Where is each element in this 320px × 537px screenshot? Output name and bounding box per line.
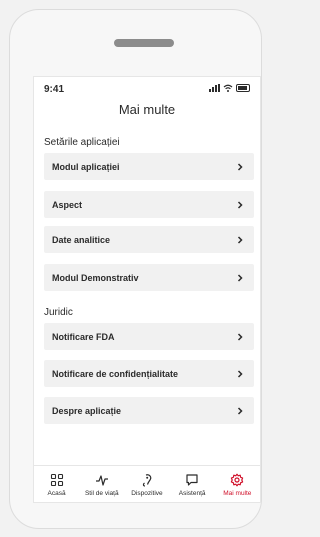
status-time: 9:41 bbox=[44, 84, 65, 95]
row-label: Notificare FDA bbox=[52, 331, 115, 342]
status-bar: 9:41 bbox=[34, 77, 260, 95]
chevron-right-icon bbox=[237, 200, 243, 209]
tab-label: Asistență bbox=[178, 490, 206, 497]
phone-speaker bbox=[114, 39, 174, 47]
section-title-legal: Juridic bbox=[44, 307, 73, 318]
row-label: Notificare de confidențialitate bbox=[52, 368, 179, 379]
chevron-right-icon bbox=[237, 406, 243, 415]
app-screen: 9:41 Mai multe Setările aplicației Modul… bbox=[33, 76, 261, 503]
row-fda-notice[interactable]: Notificare FDA bbox=[44, 323, 254, 350]
signal-icon bbox=[209, 84, 220, 92]
hearing-aid-icon bbox=[142, 474, 152, 487]
chevron-right-icon bbox=[237, 162, 243, 171]
status-icons bbox=[209, 84, 250, 92]
row-appearance[interactable]: Aspect bbox=[44, 191, 254, 218]
tab-devices[interactable]: Dispozitive bbox=[125, 473, 169, 497]
wifi-icon bbox=[223, 84, 233, 92]
section-title-app-settings: Setările aplicației bbox=[44, 137, 120, 148]
tab-home[interactable]: Acasă bbox=[35, 473, 79, 497]
tab-label: Acasă bbox=[47, 490, 66, 497]
grid-icon bbox=[50, 473, 63, 487]
row-demo-mode[interactable]: Modul Demonstrativ bbox=[44, 264, 254, 291]
tab-support[interactable]: Asistență bbox=[170, 473, 214, 497]
tab-more[interactable]: Mai multe bbox=[215, 473, 259, 497]
row-app-mode[interactable]: Modul aplicației bbox=[44, 153, 254, 180]
phone-frame: 9:41 Mai multe Setările aplicației Modul… bbox=[9, 9, 262, 529]
row-label: Date analitice bbox=[52, 234, 111, 245]
row-about-app[interactable]: Despre aplicație bbox=[44, 397, 254, 424]
page-title: Mai multe bbox=[118, 102, 176, 117]
chevron-right-icon bbox=[237, 332, 243, 341]
row-privacy-notice[interactable]: Notificare de confidențialitate bbox=[44, 360, 254, 387]
row-label: Aspect bbox=[52, 199, 83, 210]
chevron-right-icon bbox=[237, 369, 243, 378]
chevron-right-icon bbox=[237, 273, 243, 282]
row-label: Modul Demonstrativ bbox=[52, 272, 139, 283]
chat-icon bbox=[186, 474, 198, 486]
pulse-icon bbox=[95, 475, 108, 486]
tab-label: Mai multe bbox=[223, 490, 252, 497]
tab-label: Dispozitive bbox=[131, 490, 163, 497]
battery-icon bbox=[236, 84, 250, 92]
row-analytics[interactable]: Date analitice bbox=[44, 226, 254, 253]
row-label: Modul aplicației bbox=[52, 161, 120, 172]
row-label: Despre aplicație bbox=[52, 405, 122, 416]
gear-icon bbox=[231, 473, 244, 487]
tab-bar: Acasă Stil de viață Dispozitive Asistenț… bbox=[34, 465, 260, 502]
chevron-right-icon bbox=[237, 235, 243, 244]
tab-label: Stil de viață bbox=[84, 490, 119, 497]
tab-lifestyle[interactable]: Stil de viață bbox=[80, 473, 124, 497]
